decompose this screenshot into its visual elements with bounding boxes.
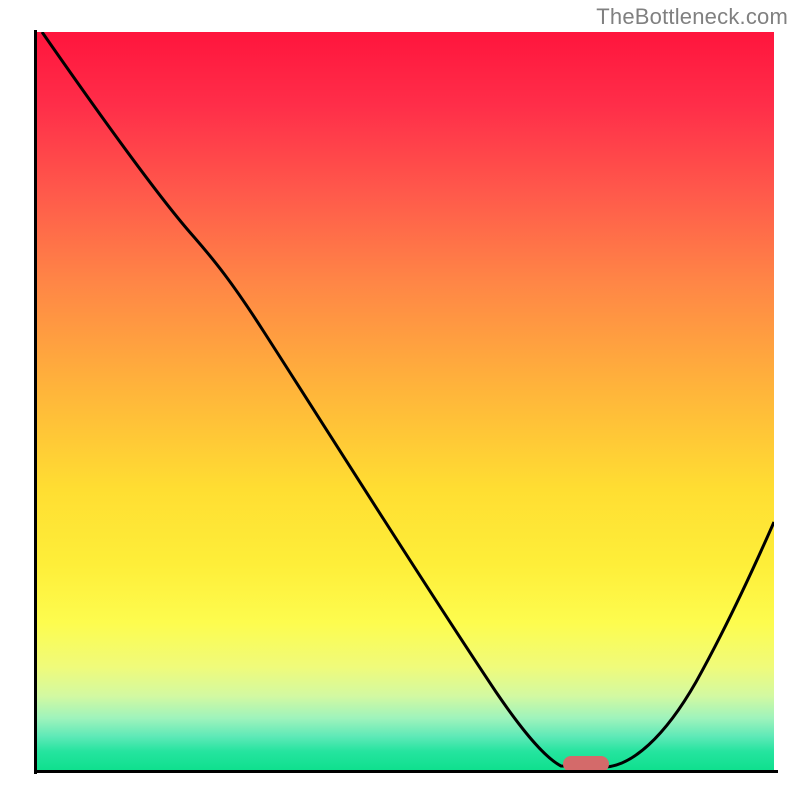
chart-container: TheBottleneck.com	[0, 0, 800, 800]
plot-area	[36, 32, 774, 770]
x-axis	[34, 770, 778, 773]
curve-overlay	[36, 32, 774, 770]
y-axis	[34, 30, 37, 774]
watermark-text: TheBottleneck.com	[596, 4, 788, 30]
bottleneck-curve	[42, 32, 774, 767]
